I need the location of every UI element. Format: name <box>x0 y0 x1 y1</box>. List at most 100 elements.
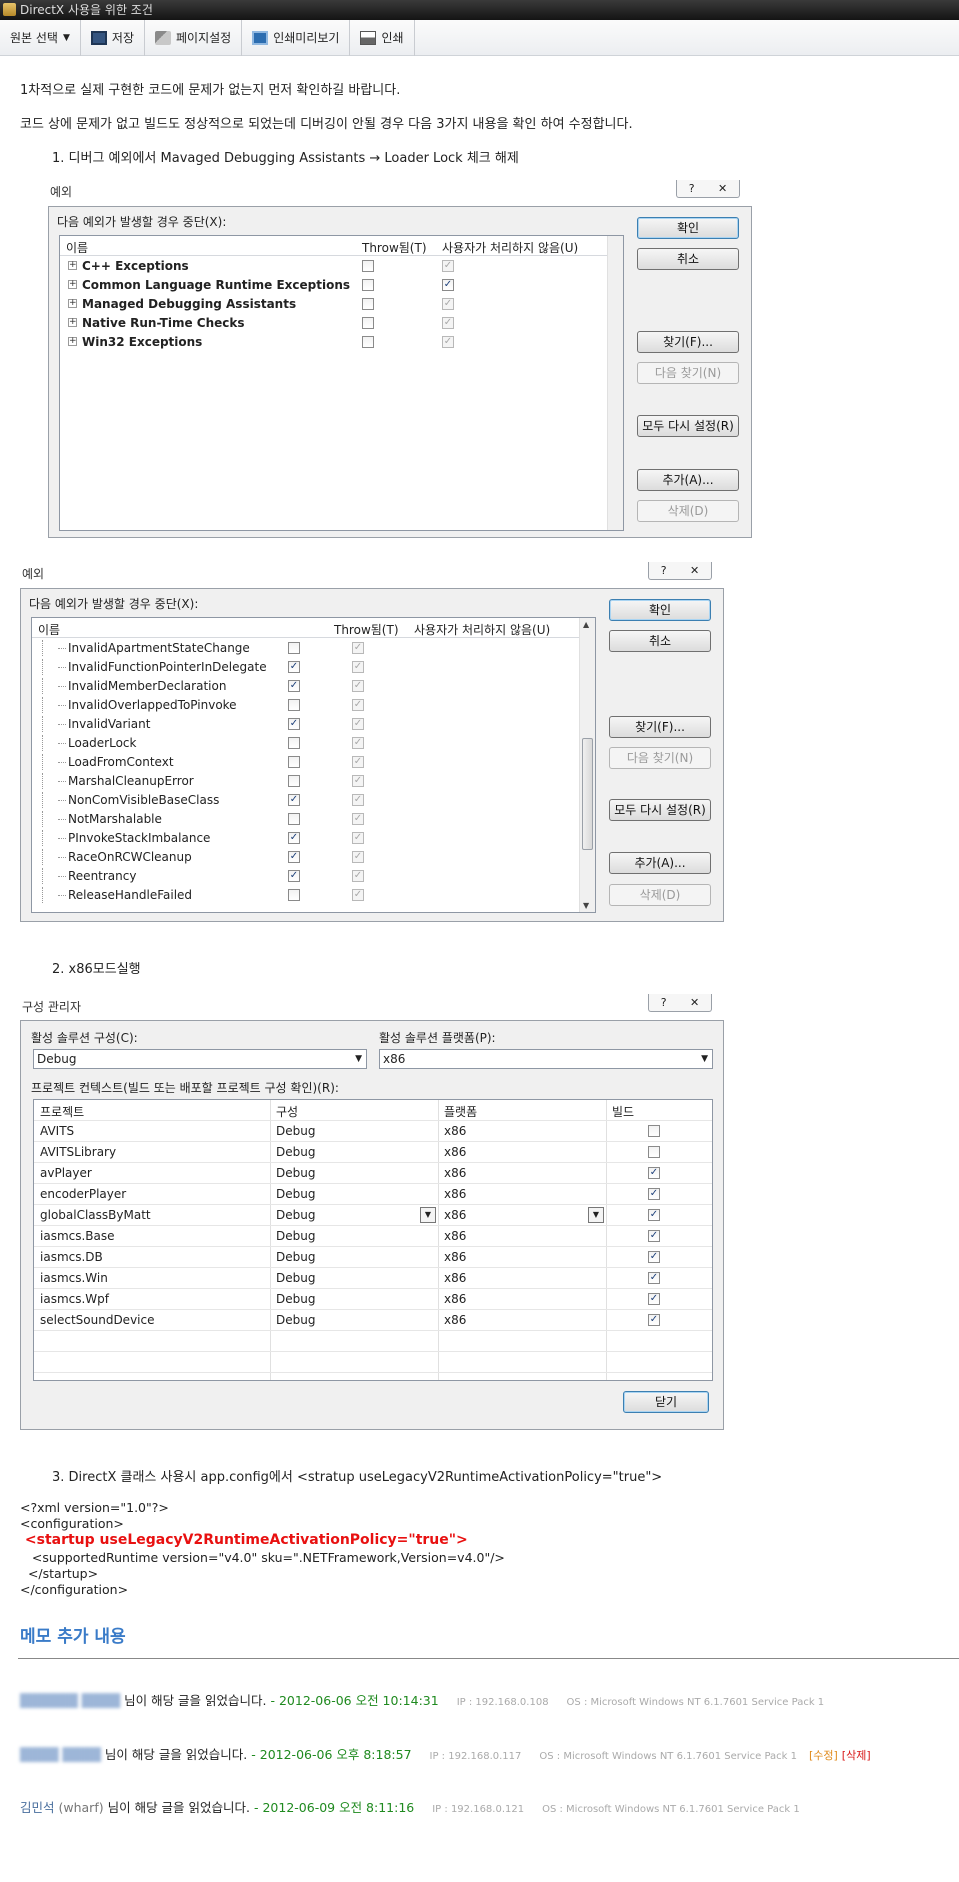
thrown-checkbox[interactable] <box>288 642 300 654</box>
thrown-checkbox[interactable]: ✓ <box>288 680 300 692</box>
expand-icon[interactable]: + <box>68 337 77 346</box>
help-icon[interactable]: ? <box>661 996 667 1009</box>
help-icon[interactable]: ? <box>661 564 667 577</box>
source-select-button[interactable]: 원본 선택 ▼ <box>0 19 81 56</box>
list-item[interactable]: NonComVisibleBaseClass ✓ ✓ <box>32 792 580 808</box>
platform-combobox[interactable]: x86 ▼ <box>379 1049 713 1069</box>
list-item[interactable]: LoadFromContext ✓ <box>32 754 580 770</box>
exceptions-list[interactable]: 이름 Throw됨(T) 사용자가 처리하지 않음(U) InvalidApar… <box>31 617 596 913</box>
find-button[interactable]: 찾기(F)... <box>637 331 739 353</box>
build-checkbox[interactable]: ✓ <box>648 1167 660 1179</box>
reset-all-button[interactable]: 모두 다시 설정(R) <box>637 415 739 437</box>
list-scrollbar[interactable] <box>607 236 623 530</box>
list-item[interactable]: InvalidApartmentStateChange ✓ <box>32 640 580 656</box>
build-checkbox[interactable]: ✓ <box>648 1251 660 1263</box>
list-item[interactable]: InvalidOverlappedToPinvoke ✓ <box>32 697 580 713</box>
expand-icon[interactable]: + <box>68 299 77 308</box>
thrown-checkbox[interactable] <box>288 813 300 825</box>
platform-cell[interactable]: x86 <box>444 1124 466 1138</box>
help-icon[interactable]: ? <box>689 182 695 195</box>
table-row[interactable]: globalClassByMatt Debug x86 ✓ ▼ ▼ <box>34 1205 712 1226</box>
build-checkbox[interactable]: ✓ <box>648 1293 660 1305</box>
col-name[interactable]: 이름 <box>38 621 60 638</box>
build-checkbox[interactable]: ✓ <box>648 1188 660 1200</box>
thrown-checkbox[interactable] <box>288 737 300 749</box>
list-item[interactable]: + Native Run-Time Checks ✓ <box>60 315 608 331</box>
platform-dropdown-icon[interactable]: ▼ <box>588 1207 604 1223</box>
find-button[interactable]: 찾기(F)... <box>609 716 711 738</box>
table-row[interactable]: avPlayer Debug x86 ✓ <box>34 1163 712 1184</box>
build-checkbox[interactable]: ✓ <box>648 1209 660 1221</box>
config-cell[interactable]: Debug <box>276 1208 315 1222</box>
table-row[interactable]: selectSoundDevice Debug x86 ✓ <box>34 1310 712 1331</box>
table-row[interactable]: AVITSLibrary Debug x86 <box>34 1142 712 1163</box>
unhandled-checkbox[interactable]: ✓ <box>352 737 364 749</box>
config-cell[interactable]: Debug <box>276 1292 315 1306</box>
exceptions-list[interactable]: 이름 Throw됨(T) 사용자가 처리하지 않음(U) + C++ Excep… <box>59 235 624 531</box>
thrown-checkbox[interactable] <box>288 889 300 901</box>
build-checkbox[interactable]: ✓ <box>648 1272 660 1284</box>
unhandled-checkbox[interactable]: ✓ <box>352 794 364 806</box>
list-item[interactable]: Reentrancy ✓ ✓ <box>32 868 580 884</box>
close-icon[interactable]: ✕ <box>690 996 699 1009</box>
unhandled-checkbox[interactable]: ✓ <box>442 298 454 310</box>
unhandled-checkbox[interactable]: ✓ <box>352 642 364 654</box>
delete-button[interactable]: 삭제(D) <box>609 884 711 906</box>
close-icon[interactable]: ✕ <box>718 182 727 195</box>
table-row[interactable]: iasmcs.Wpf Debug x86 ✓ <box>34 1289 712 1310</box>
ok-button[interactable]: 확인 <box>609 599 711 621</box>
list-item[interactable]: LoaderLock ✓ <box>32 735 580 751</box>
ok-button[interactable]: 확인 <box>637 217 739 239</box>
thrown-checkbox[interactable] <box>362 317 374 329</box>
list-item[interactable]: NotMarshalable ✓ <box>32 811 580 827</box>
list-item[interactable]: PInvokeStackImbalance ✓ ✓ <box>32 830 580 846</box>
platform-cell[interactable]: x86 <box>444 1250 466 1264</box>
find-next-button[interactable]: 다음 찾기(N) <box>609 747 711 769</box>
thrown-checkbox[interactable]: ✓ <box>288 832 300 844</box>
unhandled-checkbox[interactable]: ✓ <box>352 661 364 673</box>
build-checkbox[interactable] <box>648 1125 660 1137</box>
list-scrollbar[interactable]: ▲ ▼ <box>579 618 595 912</box>
unhandled-checkbox[interactable]: ✓ <box>352 699 364 711</box>
cancel-button[interactable]: 취소 <box>637 248 739 270</box>
thrown-checkbox[interactable]: ✓ <box>288 870 300 882</box>
save-button[interactable]: 저장 <box>81 19 145 56</box>
unhandled-checkbox[interactable]: ✓ <box>352 775 364 787</box>
thrown-checkbox[interactable] <box>362 279 374 291</box>
unhandled-checkbox[interactable]: ✓ <box>352 889 364 901</box>
list-item[interactable]: InvalidFunctionPointerInDelegate ✓ ✓ <box>32 659 580 675</box>
expand-icon[interactable]: + <box>68 261 77 270</box>
table-row[interactable]: iasmcs.Base Debug x86 ✓ <box>34 1226 712 1247</box>
config-cell[interactable]: Debug <box>276 1313 315 1327</box>
unhandled-checkbox[interactable]: ✓ <box>442 279 454 291</box>
platform-cell[interactable]: x86 <box>444 1187 466 1201</box>
config-cell[interactable]: Debug <box>276 1145 315 1159</box>
thrown-checkbox[interactable]: ✓ <box>288 794 300 806</box>
config-cell[interactable]: Debug <box>276 1229 315 1243</box>
unhandled-checkbox[interactable]: ✓ <box>352 718 364 730</box>
platform-cell[interactable]: x86 <box>444 1208 466 1222</box>
list-item[interactable]: InvalidMemberDeclaration ✓ ✓ <box>32 678 580 694</box>
close-icon[interactable]: ✕ <box>690 564 699 577</box>
list-item[interactable]: + Common Language Runtime Exceptions ✓ <box>60 277 608 293</box>
col-unhandled[interactable]: 사용자가 처리하지 않음(U) <box>442 239 578 256</box>
build-checkbox[interactable]: ✓ <box>648 1314 660 1326</box>
list-item[interactable]: MarshalCleanupError ✓ <box>32 773 580 789</box>
platform-cell[interactable]: x86 <box>444 1313 466 1327</box>
build-checkbox[interactable] <box>648 1146 660 1158</box>
list-item[interactable]: + Managed Debugging Assistants ✓ <box>60 296 608 312</box>
platform-cell[interactable]: x86 <box>444 1166 466 1180</box>
config-cell[interactable]: Debug <box>276 1271 315 1285</box>
col-unhandled[interactable]: 사용자가 처리하지 않음(U) <box>414 621 550 638</box>
list-item[interactable]: RaceOnRCWCleanup ✓ ✓ <box>32 849 580 865</box>
close-button[interactable]: 닫기 <box>623 1391 709 1413</box>
platform-cell[interactable]: x86 <box>444 1145 466 1159</box>
unhandled-checkbox[interactable]: ✓ <box>352 832 364 844</box>
config-combobox[interactable]: Debug ▼ <box>33 1049 367 1069</box>
unhandled-checkbox[interactable]: ✓ <box>442 260 454 272</box>
cancel-button[interactable]: 취소 <box>609 630 711 652</box>
config-cell[interactable]: Debug <box>276 1124 315 1138</box>
unhandled-checkbox[interactable]: ✓ <box>442 317 454 329</box>
print-button[interactable]: 인쇄 <box>350 19 415 56</box>
unhandled-checkbox[interactable]: ✓ <box>352 680 364 692</box>
